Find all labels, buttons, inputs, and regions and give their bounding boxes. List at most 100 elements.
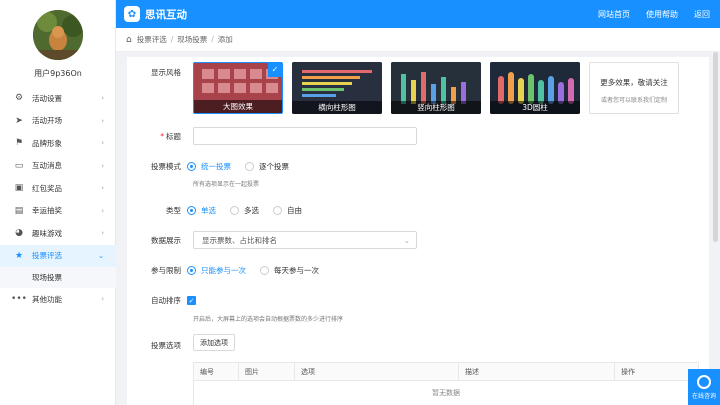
add-option-button[interactable]: 添加选项 (193, 334, 235, 351)
sidebar-item-lucky-draw[interactable]: ▤ 幸运抽奖 › (0, 200, 116, 223)
vote-mode-individual-radio[interactable]: 逐个投票 (245, 161, 289, 172)
data-display-value: 显示票数、占比和排名 (202, 235, 277, 245)
breadcrumb-separator: / (211, 35, 214, 44)
vote-options-table: 编号 图片 选项 描述 操作 暂无数据 (193, 362, 699, 405)
column-header-image[interactable]: 图片 (238, 362, 294, 381)
logo-icon: ✿ (124, 6, 140, 22)
data-display-label: 数据展示 (151, 236, 181, 245)
back-link[interactable]: 返回 (694, 9, 710, 20)
vote-mode-row: 投票模式 统一投票 逐个投票 (127, 161, 303, 172)
selected-check-icon: ✓ (268, 63, 282, 77)
title-row: * 标题 (127, 131, 187, 142)
headset-icon (697, 374, 711, 389)
breadcrumb-item-onsite-voting[interactable]: 现场投票 (177, 34, 207, 45)
title-input[interactable] (193, 127, 417, 145)
data-display-row: 数据展示 (127, 235, 187, 246)
vote-options-row: 投票选项 (127, 340, 187, 351)
sidebar-item-interactive-messages[interactable]: ▭ 互动消息 › (0, 155, 116, 178)
auto-sort-row: 自动排序 ✓ (127, 295, 196, 306)
vote-mode-unified-radio[interactable]: 统一投票 (187, 161, 231, 172)
auto-sort-label: 自动排序 (151, 296, 181, 305)
chevron-right-icon: › (101, 184, 104, 193)
page-scrollbar[interactable] (713, 52, 718, 242)
style-card-caption: 大图效果 (194, 100, 282, 113)
auto-sort-hint: 开启后，大屏幕上的选项会自动根据票数的多少进行排序 (193, 316, 344, 323)
breadcrumb-item-voting[interactable]: 投票评选 (137, 34, 167, 45)
sidebar-item-activity-settings[interactable]: ⚙ 活动设置 › (0, 87, 116, 110)
style-card-caption: 竖向柱形图 (391, 101, 481, 114)
sidebar-item-other-functions[interactable]: ••• 其他功能 › (0, 288, 116, 311)
chevron-right-icon: › (101, 94, 104, 103)
type-free-radio[interactable]: 自由 (273, 205, 302, 216)
style-card-horizontal-bar[interactable]: 横向柱形图 (292, 62, 382, 114)
sidebar-item-label: 其他功能 (32, 294, 62, 304)
breadcrumb: ⌂ 投票评选 / 现场投票 / 添加 (116, 28, 720, 52)
chevron-down-icon: ⌄ (98, 251, 104, 260)
display-style-row: 显示风格 (127, 67, 187, 78)
chevron-right-icon: › (101, 206, 104, 215)
display-style-label: 显示风格 (151, 68, 181, 77)
style-card-3d-cylinder[interactable]: 3D圆柱 (490, 62, 580, 114)
sidebar-item-activity-opening[interactable]: ➤ 活动开场 › (0, 110, 116, 133)
flag-icon: ⚑ (14, 138, 24, 149)
gear-icon: ⚙ (14, 93, 24, 104)
sidebar-item-fun-games[interactable]: ◕ 趣味游戏 › (0, 222, 116, 245)
chevron-right-icon: › (101, 161, 104, 170)
sidebar-item-label: 投票评选 (32, 251, 62, 261)
style-card-caption: 横向柱形图 (292, 101, 382, 114)
chevron-right-icon: › (101, 139, 104, 148)
top-header: ✿ 思讯互动 网站首页 使用帮助 返回 (116, 0, 720, 28)
sidebar-subitem-onsite-voting[interactable]: 现场投票 (0, 267, 116, 288)
breadcrumb-item-add: 添加 (217, 35, 233, 44)
avatar[interactable] (33, 10, 83, 60)
breadcrumb-separator: / (170, 35, 174, 44)
message-icon: ▭ (14, 160, 24, 171)
title-label: * 标题 (160, 132, 181, 141)
chevron-right-icon: › (101, 229, 104, 238)
home-icon[interactable]: ⌂ (126, 35, 132, 45)
column-header-description[interactable]: 描述 (458, 362, 614, 381)
more-icon: ••• (11, 294, 27, 305)
table-header: 编号 图片 选项 描述 操作 (194, 362, 698, 381)
sidebar-menu: ⚙ 活动设置 › ➤ 活动开场 › ⚑ 品牌形象 › ▭ 互动消息 › ▣ 红包… (0, 87, 116, 311)
column-header-number[interactable]: 编号 (194, 363, 238, 381)
empty-state: 暂无数据 (432, 389, 460, 397)
auto-sort-checkbox[interactable]: ✓ (187, 296, 196, 305)
vote-mode-hint: 所有选项显示在一起投票 (193, 181, 260, 188)
style-card-vertical-bar[interactable]: 竖向柱形图 (391, 62, 481, 114)
style-card-big-image[interactable]: ✓ 大图效果 (193, 62, 283, 114)
chevron-right-icon: › (101, 116, 104, 125)
brand-logo[interactable]: ✿ 思讯互动 (124, 5, 187, 23)
help-link[interactable]: 使用帮助 (646, 9, 678, 20)
main-form: 显示风格 ✓ 大图效果 横向柱形图 竖向柱形图 3D圆柱 更多效果，敬请关注 或… (127, 57, 709, 405)
column-header-actions[interactable]: 操作 (614, 362, 698, 381)
participate-once-radio[interactable]: 只能参与一次 (187, 265, 246, 276)
more-effects-title: 更多效果，敬请关注 (600, 78, 668, 87)
participate-daily-radio[interactable]: 每天参与一次 (260, 265, 319, 276)
style-card-caption: 3D圆柱 (490, 101, 580, 114)
sidebar-item-red-packet-prizes[interactable]: ▣ 红包奖品 › (0, 177, 116, 200)
home-link[interactable]: 网站首页 (598, 9, 630, 20)
sidebar-item-brand-image[interactable]: ⚑ 品牌形象 › (0, 132, 116, 155)
participation-label: 参与限制 (151, 266, 181, 275)
column-header-option[interactable]: 选项 (294, 362, 458, 381)
vote-options-label: 投票选项 (151, 341, 181, 350)
type-multiple-radio[interactable]: 多选 (230, 205, 259, 216)
sidebar-item-label: 趣味游戏 (32, 228, 62, 238)
type-single-radio[interactable]: 单选 (187, 205, 216, 216)
participation-row: 参与限制 只能参与一次 每天参与一次 (127, 265, 333, 276)
vote-mode-label: 投票模式 (151, 162, 181, 171)
sidebar-item-voting[interactable]: ★ 投票评选 ⌄ (0, 244, 116, 267)
online-consult-button[interactable]: 在线咨询 (688, 369, 720, 405)
online-consult-label: 在线咨询 (691, 392, 716, 400)
style-cards: ✓ 大图效果 横向柱形图 竖向柱形图 3D圆柱 更多效果，敬请关注 或者您可以联… (193, 62, 688, 114)
gift-icon: ▣ (14, 183, 24, 194)
chevron-down-icon: ⌄ (403, 235, 410, 245)
sidebar-item-label: 红包奖品 (32, 183, 62, 193)
style-card-more: 更多效果，敬请关注 或者您可以联系我们定制 (589, 62, 679, 114)
sidebar-item-label: 幸运抽奖 (32, 206, 62, 216)
data-display-select[interactable]: 显示票数、占比和排名 ⌄ (193, 231, 417, 249)
sidebar-item-label: 互动消息 (32, 161, 62, 171)
top-links: 网站首页 使用帮助 返回 (582, 0, 710, 28)
sidebar-item-label: 活动设置 (32, 93, 62, 103)
